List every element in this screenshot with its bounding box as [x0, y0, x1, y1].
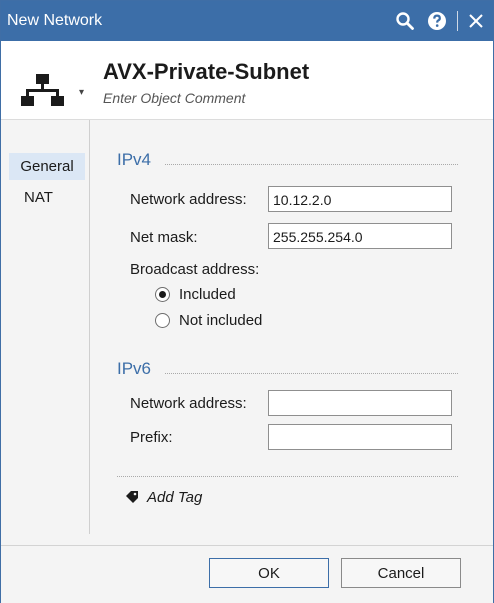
broadcast-not-included-label[interactable]: Not included: [179, 312, 262, 329]
ok-button[interactable]: OK: [209, 558, 329, 588]
ipv6-network-address-input[interactable]: [268, 390, 452, 416]
dialog-footer: OK Cancel: [1, 545, 493, 603]
help-icon[interactable]: [425, 9, 449, 33]
general-panel: IPv4 Network address: 10.12.2.0 Net mask…: [90, 120, 493, 534]
net-mask-label: Net mask:: [130, 229, 198, 246]
ipv4-network-address-label: Network address:: [130, 191, 247, 208]
chevron-down-icon[interactable]: ▾: [79, 87, 84, 98]
prefix-input[interactable]: [268, 424, 452, 450]
broadcast-not-included-radio[interactable]: [155, 313, 170, 328]
ipv6-network-address-label: Network address:: [130, 395, 247, 412]
prefix-label: Prefix:: [130, 429, 173, 446]
broadcast-included-label[interactable]: Included: [179, 286, 236, 303]
sidebar-item-nat[interactable]: NAT: [9, 184, 85, 211]
object-header: ▾ AVX-Private-Subnet Enter Object Commen…: [1, 41, 493, 120]
object-comment-field[interactable]: Enter Object Comment: [103, 90, 245, 106]
sidebar-item-general[interactable]: General: [9, 153, 85, 180]
sidebar: General NAT: [1, 120, 90, 534]
titlebar-divider: [457, 11, 458, 31]
section-divider: [165, 373, 458, 374]
window-title: New Network: [7, 12, 103, 29]
network-topology-icon[interactable]: [21, 74, 65, 113]
ipv4-section-title: IPv4: [117, 150, 152, 169]
section-divider: [165, 164, 458, 165]
title-bar: New Network: [1, 1, 493, 41]
new-network-dialog: New Network ▾ AVX-Private-Subnet Enter O…: [0, 0, 494, 603]
cancel-button[interactable]: Cancel: [341, 558, 461, 588]
close-icon[interactable]: [464, 9, 488, 33]
object-name[interactable]: AVX-Private-Subnet: [103, 59, 309, 85]
net-mask-input[interactable]: 255.255.254.0: [268, 223, 452, 249]
broadcast-address-label: Broadcast address:: [130, 261, 260, 278]
tags-divider: [117, 476, 458, 477]
ipv4-network-address-input[interactable]: 10.12.2.0: [268, 186, 452, 212]
ipv6-section-title: IPv6: [117, 359, 152, 378]
broadcast-included-radio[interactable]: [155, 287, 170, 302]
add-tag-link[interactable]: Add Tag: [147, 489, 202, 506]
tag-icon[interactable]: [125, 490, 140, 510]
search-icon[interactable]: [393, 9, 417, 33]
